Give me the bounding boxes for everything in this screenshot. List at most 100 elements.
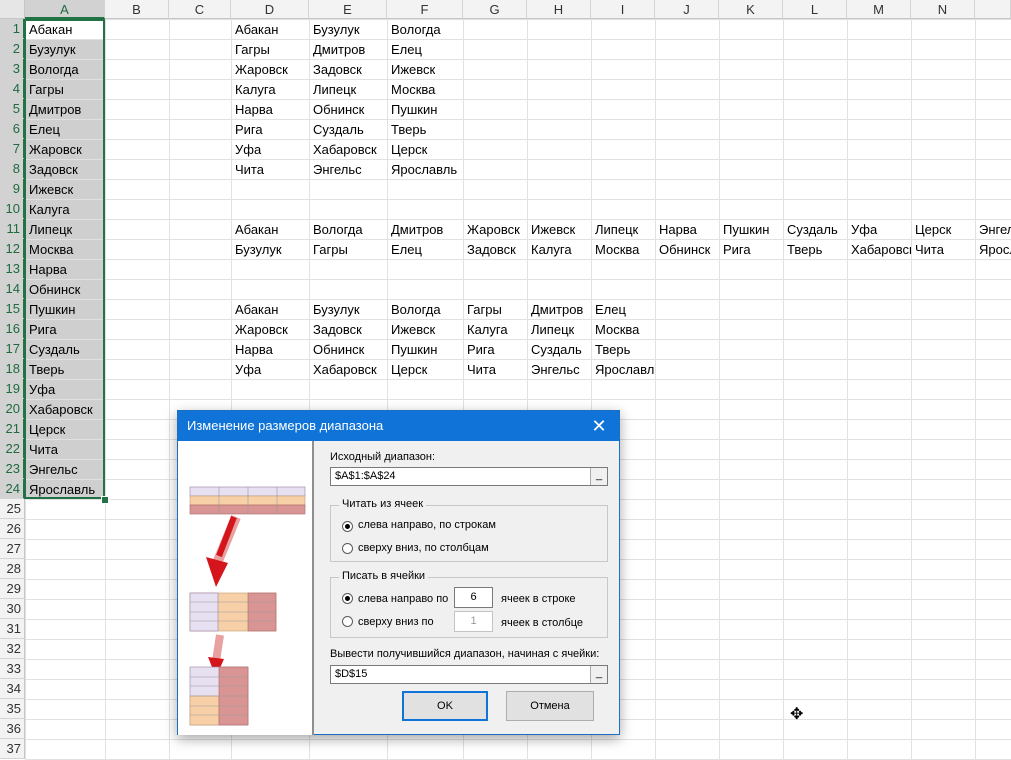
row-header[interactable]: 13 [0, 259, 25, 279]
cell[interactable]: Жаровск [231, 320, 309, 340]
column-header[interactable]: H [527, 0, 591, 19]
cell[interactable]: Гагры [309, 240, 387, 260]
cell[interactable]: Уфа [231, 360, 309, 380]
column-header[interactable]: B [105, 0, 169, 19]
cell[interactable]: Обнинск [309, 340, 387, 360]
cell[interactable]: Елец [387, 40, 463, 60]
read-cols-label[interactable]: сверху вниз, по столбцам [358, 542, 489, 554]
row-header[interactable]: 36 [0, 719, 25, 739]
cell[interactable]: Вологда [309, 220, 387, 240]
cell[interactable]: Уфа [231, 140, 309, 160]
row-header[interactable]: 37 [0, 739, 25, 759]
row-header[interactable]: 24 [0, 479, 25, 499]
cell[interactable]: Липецк [527, 320, 591, 340]
write-rows-radio[interactable] [342, 593, 353, 604]
cell[interactable]: Ижевск [527, 220, 591, 240]
row-header[interactable]: 27 [0, 539, 25, 559]
read-rows-label[interactable]: слева направо, по строкам [358, 519, 496, 531]
row-header[interactable]: 4 [0, 79, 25, 99]
column-header[interactable]: D [231, 0, 309, 19]
row-header[interactable]: 8 [0, 159, 25, 179]
column-header[interactable]: I [591, 0, 655, 19]
cell[interactable]: Нарва [655, 220, 719, 240]
cell[interactable]: Абакан [231, 300, 309, 320]
range-picker-button[interactable]: _ [590, 468, 607, 485]
column-header[interactable]: K [719, 0, 783, 19]
cell[interactable]: Хабаровск [309, 360, 387, 380]
row-header[interactable]: 30 [0, 599, 25, 619]
row-header[interactable]: 17 [0, 339, 25, 359]
cell[interactable]: Москва [591, 240, 655, 260]
cell[interactable]: Елец [387, 240, 463, 260]
row-header[interactable]: 21 [0, 419, 25, 439]
row-header[interactable]: 1 [0, 19, 25, 39]
cell[interactable]: Рига [231, 120, 309, 140]
row-header[interactable]: 14 [0, 279, 25, 299]
cell[interactable]: Тверь [591, 340, 655, 360]
cell[interactable]: Липецк [591, 220, 655, 240]
write-cols-radio[interactable] [342, 616, 353, 627]
cell[interactable]: Задовск [309, 320, 387, 340]
cell[interactable]: Суздаль [527, 340, 591, 360]
cell[interactable]: Чита [463, 360, 527, 380]
row-header[interactable]: 3 [0, 59, 25, 79]
row-header[interactable]: 11 [0, 219, 25, 239]
cell[interactable]: Церск [387, 140, 463, 160]
write-rows-label[interactable]: слева направо по [358, 593, 448, 605]
cell[interactable]: Дмитров [527, 300, 591, 320]
row-header[interactable]: 19 [0, 379, 25, 399]
row-header[interactable]: 34 [0, 679, 25, 699]
row-header[interactable]: 28 [0, 559, 25, 579]
cell[interactable]: Ярославль [975, 240, 1011, 260]
cell[interactable]: Хабаровск [847, 240, 911, 260]
cell[interactable]: Москва [591, 320, 655, 340]
source-range-field[interactable]: $A$1:$A$24 _ [330, 467, 608, 486]
column-header[interactable]: E [309, 0, 387, 19]
row-header[interactable]: 29 [0, 579, 25, 599]
cell[interactable]: Церск [387, 360, 463, 380]
cell[interactable]: Калуга [231, 80, 309, 100]
cell[interactable]: Энгельс [309, 160, 387, 180]
cell[interactable]: Церск [911, 220, 975, 240]
row-header[interactable]: 2 [0, 39, 25, 59]
cell[interactable]: Рига [719, 240, 783, 260]
row-header[interactable]: 23 [0, 459, 25, 479]
cell[interactable]: Чита [231, 160, 309, 180]
destination-picker-button[interactable]: _ [590, 666, 607, 683]
column-header[interactable]: F [387, 0, 463, 19]
row-header[interactable]: 16 [0, 319, 25, 339]
cell[interactable]: Гагры [463, 300, 527, 320]
cell[interactable]: Ярославль [591, 360, 655, 380]
cancel-button[interactable]: Отмена [506, 691, 594, 721]
read-cols-radio[interactable] [342, 543, 353, 554]
row-header[interactable]: 22 [0, 439, 25, 459]
cell[interactable]: Калуга [527, 240, 591, 260]
cell[interactable]: Ярославль [387, 160, 463, 180]
column-header[interactable]: A [25, 0, 105, 19]
row-header[interactable]: 35 [0, 699, 25, 719]
cell[interactable]: Задовск [309, 60, 387, 80]
row-header[interactable]: 26 [0, 519, 25, 539]
cell[interactable]: Жаровск [463, 220, 527, 240]
row-header[interactable]: 6 [0, 119, 25, 139]
row-header[interactable]: 15 [0, 299, 25, 319]
cell[interactable]: Энгельс [975, 220, 1011, 240]
cell[interactable]: Обнинск [309, 100, 387, 120]
cell[interactable]: Обнинск [655, 240, 719, 260]
cell[interactable]: Ижевск [387, 60, 463, 80]
row-header[interactable]: 25 [0, 499, 25, 519]
cell[interactable]: Вологда [387, 20, 463, 40]
select-all-corner[interactable] [0, 0, 25, 19]
cell[interactable]: Гагры [231, 40, 309, 60]
row-header[interactable]: 18 [0, 359, 25, 379]
cell[interactable]: Уфа [847, 220, 911, 240]
cell[interactable]: Жаровск [231, 60, 309, 80]
cell[interactable]: Москва [387, 80, 463, 100]
column-header[interactable]: L [783, 0, 847, 19]
row-header[interactable]: 33 [0, 659, 25, 679]
cell[interactable]: Абакан [231, 220, 309, 240]
cell[interactable]: Дмитров [309, 40, 387, 60]
cell[interactable]: Тверь [387, 120, 463, 140]
destination-field[interactable]: $D$15 _ [330, 665, 608, 684]
column-header[interactable]: N [911, 0, 975, 19]
